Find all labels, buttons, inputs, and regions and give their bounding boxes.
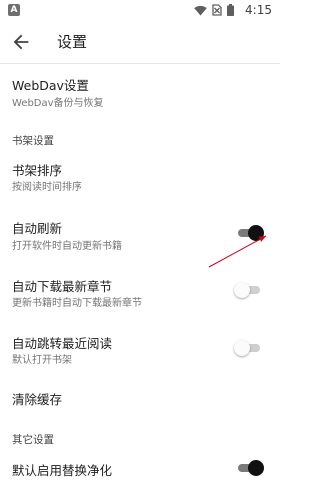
webdav-subtitle: WebDav备份与恢复 [12,98,104,109]
bookshelf-sort-subtitle: 按阅读时间排序 [12,182,82,193]
replace-purify-switch[interactable] [235,458,264,478]
bookshelf-sort-item[interactable]: 书架排序 按阅读时间排序 [0,152,280,196]
webdav-setting-item[interactable]: WebDav设置 WebDav备份与恢复 [0,64,280,120]
settings-screen: A 4:15 设置 WebDav设置 WebDav备份与恢复 书架设置 书架排序… [0,0,280,499]
switch-thumb [248,225,264,241]
auto-download-title: 自动下载最新章节 [12,279,113,294]
no-sim-icon [212,4,222,16]
top-app-bar: 设置 [0,20,280,64]
battery-icon [227,4,234,16]
clock: 4:15 [245,3,272,17]
auto-jump-subtitle: 默认打开书架 [12,355,72,366]
switch-thumb [234,282,250,298]
arrow-left-icon[interactable] [10,31,32,53]
webdav-title: WebDav设置 [12,78,89,93]
app-notification-icon: A [8,4,20,16]
section-header-bookshelf: 书架设置 [12,135,54,147]
bookshelf-sort-title: 书架排序 [12,163,63,178]
page-title: 设置 [57,33,88,51]
auto-jump-title: 自动跳转最近阅读 [12,336,113,351]
auto-refresh-subtitle: 打开软件时自动更新书籍 [12,241,122,252]
replace-purify-title: 默认启用替换净化 [12,463,113,478]
auto-refresh-switch[interactable] [235,223,264,243]
auto-download-switch[interactable] [234,280,263,300]
clear-cache-title: 清除缓存 [12,392,63,407]
auto-refresh-title: 自动刷新 [12,221,63,236]
auto-jump-switch[interactable] [234,338,263,358]
switch-thumb [248,460,264,476]
switch-thumb [234,340,250,356]
section-header-other: 其它设置 [12,434,54,446]
clear-cache-item[interactable]: 清除缓存 [0,380,280,416]
wifi-icon [194,5,207,15]
auto-download-subtitle: 更新书籍时自动下载最新章节 [12,298,142,309]
status-bar: A 4:15 [0,0,280,20]
